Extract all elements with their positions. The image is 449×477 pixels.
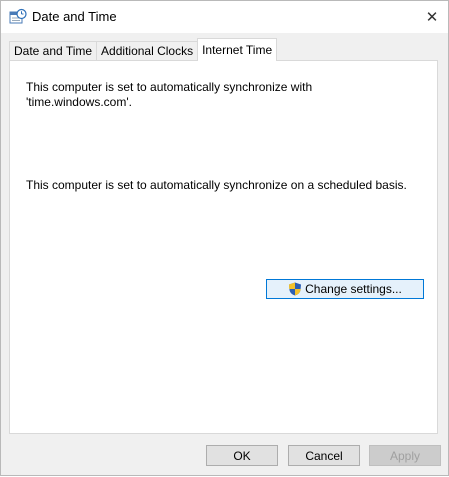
apply-button[interactable]: Apply — [369, 445, 441, 466]
sync-schedule-message: This computer is set to automatically sy… — [26, 178, 407, 192]
tab-date-and-time[interactable]: Date and Time — [9, 41, 98, 61]
date-and-time-dialog: Date and Time ✕ Date and Time Additional… — [0, 0, 449, 476]
tab-additional-clocks[interactable]: Additional Clocks — [96, 41, 199, 61]
cancel-button[interactable]: Cancel — [288, 445, 360, 466]
change-settings-label: Change settings... — [305, 282, 402, 296]
tab-strip: Date and Time Additional Clocks Internet… — [9, 38, 278, 61]
title-bar: Date and Time ✕ — [1, 1, 448, 33]
tab-internet-time[interactable]: Internet Time — [197, 38, 278, 61]
close-button[interactable]: ✕ — [416, 1, 448, 33]
clock-calendar-icon — [9, 8, 27, 24]
ok-button[interactable]: OK — [206, 445, 278, 466]
dialog-client-area: Date and Time Additional Clocks Internet… — [1, 33, 448, 475]
change-settings-button[interactable]: Change settings... — [266, 279, 424, 299]
uac-shield-icon — [289, 282, 302, 296]
sync-server-message: This computer is set to automatically sy… — [26, 80, 313, 109]
close-icon: ✕ — [425, 9, 439, 26]
internet-time-panel: This computer is set to automatically sy… — [9, 60, 438, 434]
window-title: Date and Time — [32, 9, 117, 24]
